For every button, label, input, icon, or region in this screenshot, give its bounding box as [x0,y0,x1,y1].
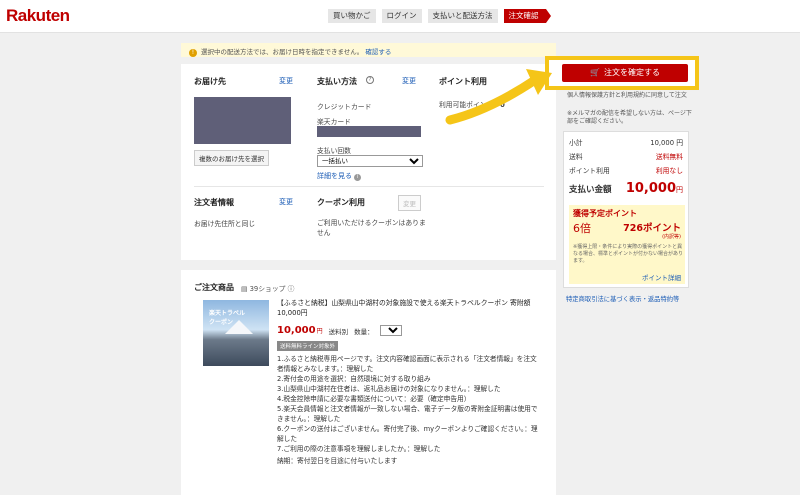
arrow-annotation [445,69,552,125]
order-items-panel: ご注文商品 ▤ 39ショップ ⓘ 楽天トラベル クーポン 【ふるさと納税】山梨県山… [181,270,556,495]
qty-label: 数量： [354,327,374,336]
price-row: 10,000 円 送料別 数量： 1 [277,325,402,336]
shop-icon: ▤ [241,285,248,293]
help-icon[interactable]: ? [366,76,374,84]
step-payment-shipping: 支払いと配送方法 [427,9,498,23]
header: Rakuten 買い物かご ログイン 支払いと配送方法 注文確認 [0,0,800,33]
multi-address-button[interactable]: 複数のお届け先を選択 [194,150,269,166]
rakuten-logo[interactable]: Rakuten [6,6,70,26]
subtotal-row: 小計 10,000 円 [569,137,683,147]
option-line: 4.税金控除申請に必要な書類送付について：必要（確定申告用） [277,395,471,403]
orderer-title: 注文者情報 [194,198,234,207]
option-line: 7.ご利用の際の注意事項を理解しましたか。：理解した [277,445,441,453]
orderer-value: お届け先住所と同じ [194,220,256,228]
order-summary: 小計 10,000 円 送料 送料無料 ポイント利用 利用なし 支払い金額 10,00… [563,131,689,288]
points-label: ポイント利用 [569,167,610,175]
delivery-change-link[interactable]: 変更 [279,76,293,86]
coupon-change-button[interactable]: 変更 [398,195,421,211]
notice-confirm-link[interactable]: 確認する [365,48,391,56]
mountain-shape [225,320,253,334]
order-items-title: ご注文商品 [194,283,234,292]
step-order-confirm: 注文確認 [503,9,551,23]
divider [194,186,544,187]
earned-multiplier: 6倍 [573,222,591,235]
option-line: 5.楽天会員情報と注文者情報が一致しない場合、電子データ版の寄附金証明書は使用で… [277,405,538,423]
option-line: 6.クーポンの送付はございません。寄付完了後、myクーポンよりご確認ください。：… [277,425,538,443]
product-name[interactable]: 【ふるさと納税】山梨県山中湖村の対象施設で使える楽天トラベルクーポン 寄附額 1… [277,298,542,318]
coupon-title: クーポン利用 [317,198,365,207]
product-shipping: 送料別 [328,327,349,336]
subtotal-label: 小計 [569,139,583,147]
shipping-value: 送料無料 [655,153,683,161]
earned-points-box: 獲得予定ポイント 6倍 726ポイント (内訳等) ※獲得上限・条件により実際の… [569,205,685,284]
installments-label: 支払い回数 [317,147,351,155]
points-value: 利用なし [655,167,683,175]
card-label: 楽天カード [317,118,351,126]
info-small-icon: i [354,174,362,181]
total-amount: 10,000円 [626,181,683,196]
payment-details-link[interactable]: 詳細を見る i [317,171,362,181]
earned-points-sub: (内訳等) [662,234,681,240]
details-link-text: 詳細を見る [317,172,352,180]
total-value: 10,000 [625,181,676,196]
option-line: 2.寄付金の用途を選択：自然環境に対する取り組み [277,375,431,383]
product-price-unit: 円 [316,328,323,335]
shipping-free-tag: 送料無料ライン対象外 [277,341,339,351]
product-options-list: 1.ふるさと納税専用ページです。注文内容確認画面に表示される「注文者情報」を注文… [277,354,542,466]
delivery-time-note: 納期：寄付翌日を目途に付与いたします [277,457,398,465]
earned-points-title: 獲得予定ポイント [573,209,637,218]
points-row: ポイント利用 利用なし [569,165,683,175]
coupon-value: ご利用いただけるクーポンはありません [317,219,426,237]
cart-icon: 🛒 [590,68,600,77]
delivery-title: お届け先 [194,77,226,86]
shipping-row: 送料 送料無料 [569,151,683,161]
newsletter-note: ※メルマガの配信を希望しない方は、ページ下部をご確認ください。 [567,110,692,125]
orderer-change-link[interactable]: 変更 [279,197,293,207]
shipping-label: 送料 [569,153,583,161]
product-price: 10,000 [277,325,316,336]
total-unit: 円 [676,186,683,194]
points-detail-link[interactable]: ポイント詳細 [642,272,681,282]
earned-points-note: ※獲得上限・条件により実際の獲得ポイントと異なる場合、標準とポイントが付かない場… [573,244,684,264]
info-icon: ! [189,49,197,57]
shop-info-icon: ⓘ [287,285,295,293]
subtotal-value: 10,000 円 [650,139,683,147]
notice-text: 選択中の配送方法では、お届け日時を指定できません。 [201,48,364,56]
confirm-highlight: 🛒 注文を確定する [545,56,699,90]
confirm-order-label: 注文を確定する [603,68,660,77]
step-cart: 買い物かご [328,9,376,23]
legal-notice-link[interactable]: 特定商取引法に基づく表示・返品特約等 [566,294,679,303]
step-login: ログイン [381,9,422,23]
confirm-order-button[interactable]: 🛒 注文を確定する [562,64,688,82]
total-row: 支払い金額 10,000円 [569,181,683,196]
option-line: 1.ふるさと納税専用ページです。注文内容確認画面に表示される「注文者情報」を注文… [277,355,537,373]
installments-select[interactable]: 一括払い [317,155,423,167]
payment-method: クレジットカード [317,103,372,111]
payment-change-link[interactable]: 変更 [402,76,416,86]
redacted-address [194,97,291,144]
quantity-select[interactable]: 1 [379,325,402,336]
confirm-note: 個人情報保護方針と利用規約に同意して注文 [567,92,687,99]
checkout-steps: 買い物かご ログイン 支払いと配送方法 注文確認 [328,9,551,23]
shop-count-text: 39ショップ [249,285,286,293]
delivery-notice: ! 選択中の配送方法では、お届け日時を指定できません。 確認する [181,43,556,57]
payment-title: 支払い方法 [317,77,357,86]
shop-count: ▤ 39ショップ ⓘ [241,283,294,293]
product-thumbnail[interactable]: 楽天トラベル クーポン [203,300,269,366]
option-line: 3.山梨県山中湖村在住者は、返礼品お届けの対象になりません。：理解した [277,385,501,393]
total-label: 支払い金額 [569,185,612,195]
earned-points-value: 726ポイント [623,223,681,234]
redacted-card [317,126,421,137]
